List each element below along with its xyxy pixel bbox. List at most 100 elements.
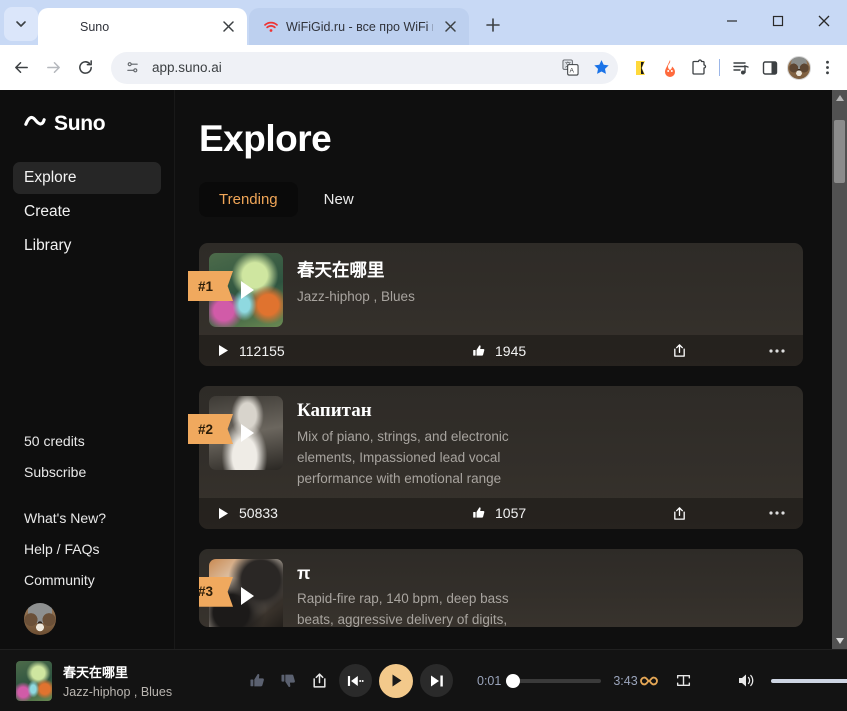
rank-badge: #1 — [188, 271, 234, 301]
like-count[interactable]: 1945 — [472, 343, 672, 359]
subscribe-link[interactable]: Subscribe — [24, 464, 150, 480]
song-card[interactable]: #3 π Rapid-fire rap, 140 bpm, deep bass … — [199, 548, 803, 627]
like-count-value: 1945 — [495, 342, 527, 359]
credits-label: 50 credits — [24, 433, 85, 449]
share-icon[interactable] — [308, 670, 330, 692]
site-settings-icon[interactable] — [121, 57, 143, 79]
sidebar-item-library[interactable]: Library — [13, 230, 161, 262]
close-icon[interactable] — [218, 17, 238, 37]
play-count[interactable]: 50833 — [217, 505, 472, 521]
minimize-button[interactable] — [709, 0, 755, 41]
extensions-puzzle-icon[interactable] — [685, 54, 712, 82]
reload-button[interactable] — [70, 53, 100, 83]
thumbs-up-icon[interactable] — [246, 670, 268, 692]
progress-knob[interactable] — [506, 673, 521, 688]
thumbs-down-icon[interactable] — [277, 670, 299, 692]
media-playlist-icon[interactable] — [727, 54, 754, 82]
fire-extension-icon[interactable] — [656, 54, 683, 82]
address-bar[interactable]: app.suno.ai 文 A — [111, 51, 618, 84]
toolbar-divider — [719, 59, 720, 76]
new-tab-button[interactable] — [479, 11, 507, 39]
player-controls — [246, 663, 453, 698]
share-button[interactable] — [672, 506, 687, 521]
like-count-value: 1057 — [495, 505, 527, 522]
next-button[interactable] — [420, 664, 453, 697]
now-playing[interactable]: 春天在哪里 Jazz-hiphop , Blues — [16, 660, 246, 701]
tab-title: WiFiGid.ru - все про WiFi и бес — [286, 19, 433, 34]
svg-text:A: A — [569, 68, 574, 75]
translate-icon[interactable]: 文 A — [559, 57, 581, 79]
bookmark-star-icon[interactable] — [590, 57, 612, 79]
progress-slider[interactable] — [506, 673, 602, 688]
tab-search-button[interactable] — [4, 7, 38, 41]
volume-icon[interactable] — [736, 670, 758, 692]
scroll-down-arrow-icon[interactable] — [832, 633, 847, 649]
three-dot-menu-icon[interactable] — [814, 54, 841, 82]
scroll-up-arrow-icon[interactable] — [832, 90, 847, 106]
volume-slider[interactable] — [770, 673, 847, 688]
brand-name: Suno — [54, 112, 106, 135]
share-icon — [672, 506, 687, 521]
browser-window: Suno WiFiGid.ru - все про WiFi и бес — [0, 0, 847, 711]
play-button[interactable] — [379, 663, 413, 698]
suno-logo[interactable]: Suno — [0, 112, 174, 136]
page-title: Explore — [199, 118, 332, 159]
main-content: Explore Trending New #1 春天在哪里 Jazz-hipho… — [175, 90, 832, 649]
play-count[interactable]: 112155 — [217, 343, 472, 359]
play-count-value: 112155 — [239, 342, 285, 359]
song-title: Капитан — [297, 400, 372, 421]
explore-tabs: Trending New — [199, 182, 802, 217]
card-stats-row: 112155 1945 — [199, 335, 803, 366]
like-count[interactable]: 1057 — [472, 505, 672, 521]
song-title: 春天在哪里 — [297, 260, 385, 280]
close-icon[interactable] — [440, 17, 460, 37]
previous-button[interactable] — [339, 664, 372, 697]
sidebar-account: 50 credits Subscribe What's New? Help / … — [0, 433, 174, 649]
three-dot-menu-icon — [769, 511, 785, 515]
song-card[interactable]: #2 Капитан Mix of piano, strings, and el… — [188, 386, 803, 529]
tab-suno[interactable]: Suno — [38, 8, 247, 45]
now-playing-art[interactable] — [16, 660, 52, 701]
scrollbar-track[interactable] — [832, 106, 847, 633]
user-avatar[interactable] — [24, 603, 56, 635]
tab-new[interactable]: New — [304, 182, 374, 217]
song-card[interactable]: #1 春天在哪里 Jazz-hiphop , Blues 112155 1945 — [188, 243, 803, 366]
maximize-button[interactable] — [755, 0, 801, 41]
note-extension-icon[interactable] — [627, 54, 654, 82]
card-more-menu[interactable] — [769, 511, 785, 515]
whats-new-link[interactable]: What's New? — [24, 510, 150, 526]
help-faqs-link[interactable]: Help / FAQs — [24, 541, 150, 557]
repeat-icon[interactable] — [673, 670, 695, 692]
browser-toolbar: app.suno.ai 文 A — [0, 45, 847, 90]
thumbs-up-icon — [472, 344, 486, 358]
scrollbar-thumb[interactable] — [834, 120, 845, 183]
share-button[interactable] — [672, 343, 687, 358]
back-button[interactable] — [6, 53, 36, 83]
profile-avatar-icon[interactable] — [785, 54, 812, 82]
card-stats-row: 50833 1057 — [199, 497, 803, 529]
app-sidebar: Suno Explore Create Library 50 credits S… — [0, 90, 175, 649]
sidebar-item-create[interactable]: Create — [13, 196, 161, 228]
tab-trending[interactable]: Trending — [199, 182, 298, 217]
forward-button[interactable] — [38, 53, 68, 83]
sidebar-item-explore[interactable]: Explore — [13, 162, 161, 194]
side-panel-icon[interactable] — [756, 54, 783, 82]
current-time: 0:01 — [477, 673, 502, 688]
close-window-button[interactable] — [801, 0, 847, 41]
song-description: Jazz-hiphop , Blues — [297, 289, 415, 304]
card-more-menu[interactable] — [769, 348, 785, 353]
total-time: 3:43 — [613, 673, 638, 688]
avatar[interactable] — [786, 55, 811, 80]
player-right-controls — [638, 670, 847, 692]
play-count-value: 50833 — [239, 505, 278, 522]
infinity-icon[interactable] — [638, 670, 660, 692]
three-dot-menu-icon — [769, 348, 785, 353]
community-link[interactable]: Community — [24, 572, 150, 588]
window-controls — [709, 0, 847, 41]
tab-strip: Suno WiFiGid.ru - все про WiFi и бес — [0, 0, 847, 45]
page-scrollbar[interactable] — [832, 90, 847, 649]
page-content: Suno Explore Create Library 50 credits S… — [0, 90, 847, 649]
tab-wifigid[interactable]: WiFiGid.ru - все про WiFi и бес — [249, 8, 469, 45]
song-description: Rapid-fire rap, 140 bpm, deep bass beats… — [297, 590, 509, 627]
